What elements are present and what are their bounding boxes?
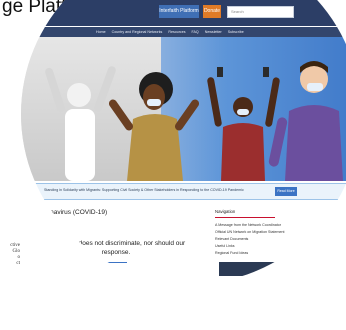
sidebar-link[interactable]: Regional Fund Ideas	[215, 250, 284, 257]
nav-item-faq[interactable]: FAQ	[192, 27, 199, 37]
banner-read-more-button[interactable]: Read More	[275, 187, 297, 196]
circular-screenshot: Interfaith Platform Donate Search Home C…	[21, 0, 346, 284]
sidebar-link[interactable]: A Message from the Network Coordinator	[215, 222, 284, 229]
figure-man-red	[207, 67, 280, 181]
sidebar-link[interactable]: Useful Links	[215, 243, 284, 250]
sidebar-link[interactable]: Relevant Documents	[215, 236, 284, 243]
figure-gray	[45, 66, 116, 181]
nav-item-newsletter[interactable]: Newsletter	[205, 27, 222, 37]
main-nav: Home Country and Regional Networks Resou…	[21, 27, 346, 37]
nav-item-home[interactable]: Home	[96, 27, 106, 37]
sidebar-heading: Navigation	[215, 209, 236, 214]
nav-item-subscribe[interactable]: Subscribe	[228, 27, 244, 37]
sidebar-link[interactable]: Official UN Network on Migration Stateme…	[215, 229, 284, 236]
hero-illustration	[45, 61, 343, 181]
nav-item-resources[interactable]: Resources	[168, 27, 185, 37]
cropped-text-fragment: ctive Glo o ct	[10, 243, 20, 266]
figure-woman-yellow	[108, 72, 200, 181]
search-input[interactable]: Search	[227, 6, 294, 18]
sidebar-heading-underline	[215, 217, 275, 218]
donate-button[interactable]: Donate	[203, 5, 221, 18]
site-logo[interactable]: Interfaith Platform	[159, 5, 199, 18]
nav-item-networks[interactable]: Country and Regional Networks	[112, 27, 163, 37]
quote-underline	[107, 262, 127, 263]
covid-quote: COVID-19 does not discriminate, nor shou…	[46, 240, 186, 256]
section-title: Coronavirus (COVID-19)	[36, 209, 108, 216]
sidebar-dark-box	[219, 262, 279, 276]
sidebar-links: A Message from the Network Coordinator O…	[215, 222, 284, 257]
banner-text: Standing in Solidarity with Migrants: Su…	[44, 188, 244, 192]
announcement-banner: Standing in Solidarity with Migrants: Su…	[31, 183, 346, 200]
figure-man-purple	[268, 61, 343, 181]
